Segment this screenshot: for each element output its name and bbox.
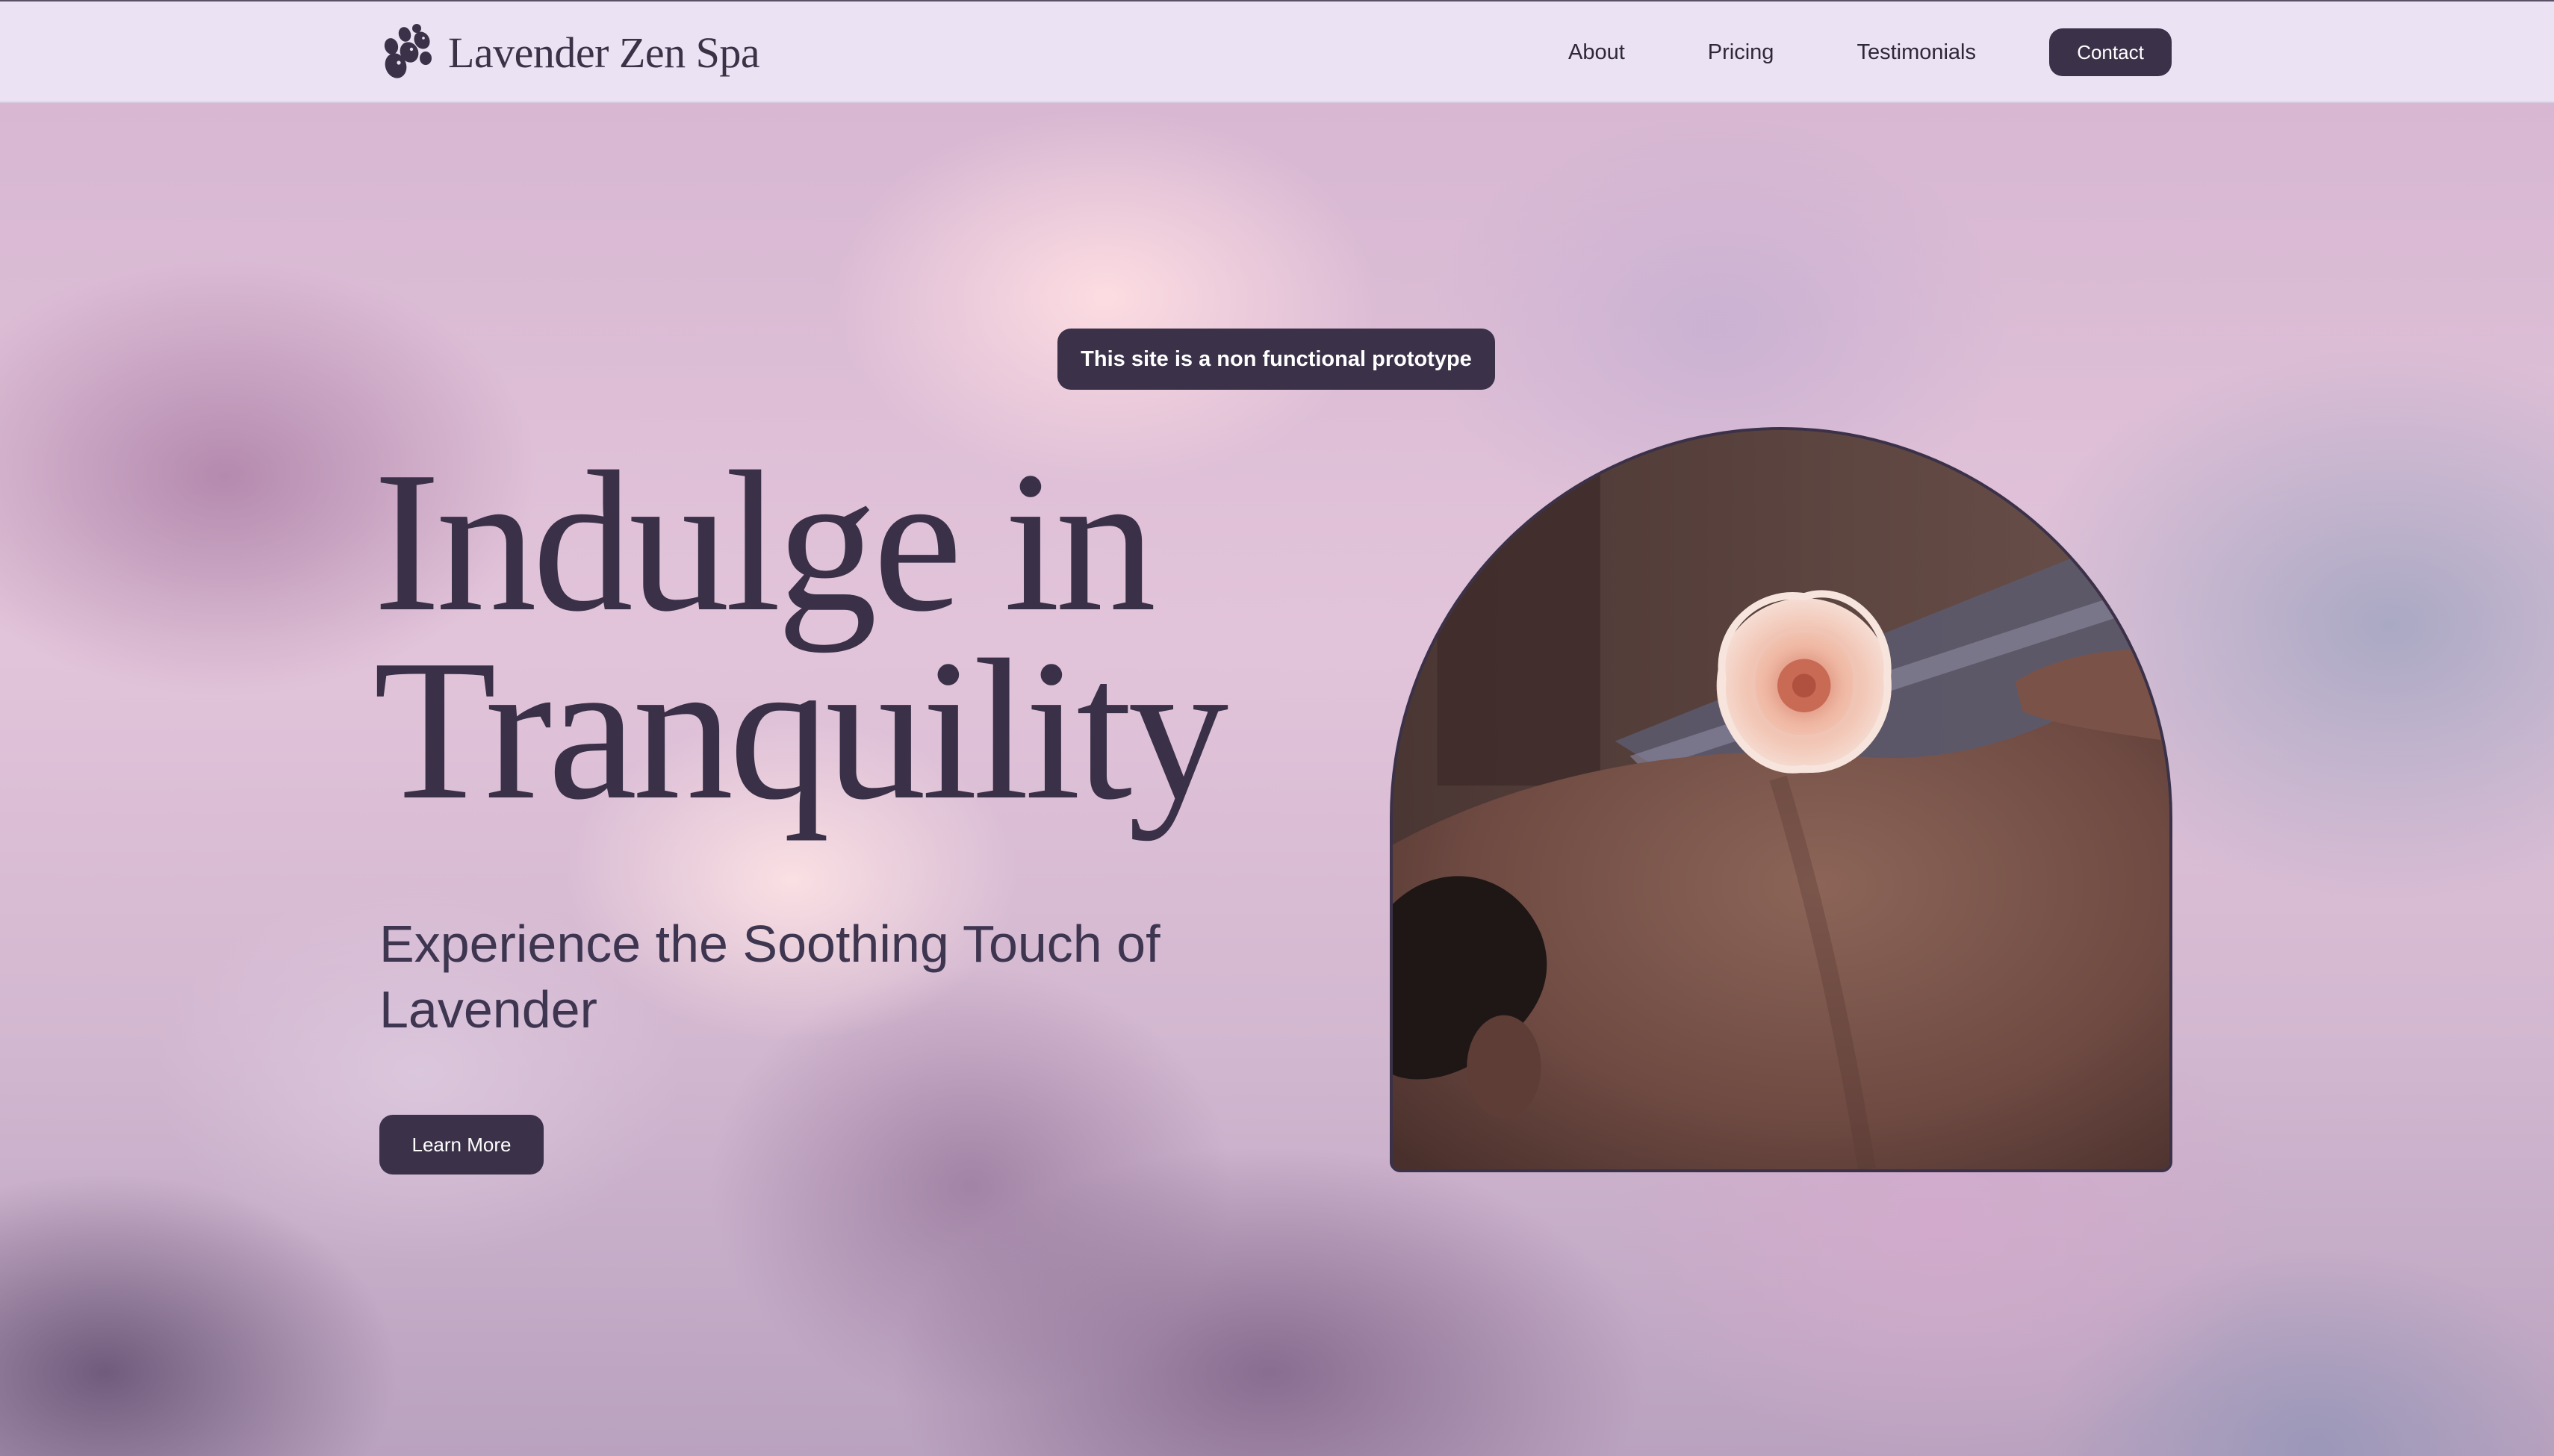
main-nav: About Pricing Testimonials Contact [1568,28,2172,76]
site-header: Lavender Zen Spa About Pricing Testimoni… [0,0,2554,103]
learn-more-button[interactable]: Learn More [379,1115,544,1175]
hero-title-line-1: Indulge in [373,430,1156,653]
nav-link-about[interactable]: About [1568,40,1625,65]
nav-link-pricing[interactable]: Pricing [1708,40,1774,65]
page: Lavender Zen Spa About Pricing Testimoni… [0,0,2554,1456]
brand-name: Lavender Zen Spa [448,28,760,77]
hero-title: Indulge in Tranquility [373,430,1344,841]
brand[interactable]: Lavender Zen Spa [379,24,760,81]
contact-button[interactable]: Contact [2049,28,2172,76]
hero-arched-photo [1390,427,2172,1172]
massage-with-rose-image [1393,430,2169,1169]
prototype-notice-badge: This site is a non functional prototype [1057,329,1495,390]
hero-subtitle: Experience the Soothing Touch of Lavende… [379,915,1161,1039]
lavender-flower-icon [384,24,432,78]
hero-title-line-2: Tranquility [373,618,1228,841]
nav-link-testimonials[interactable]: Testimonials [1857,40,1976,65]
